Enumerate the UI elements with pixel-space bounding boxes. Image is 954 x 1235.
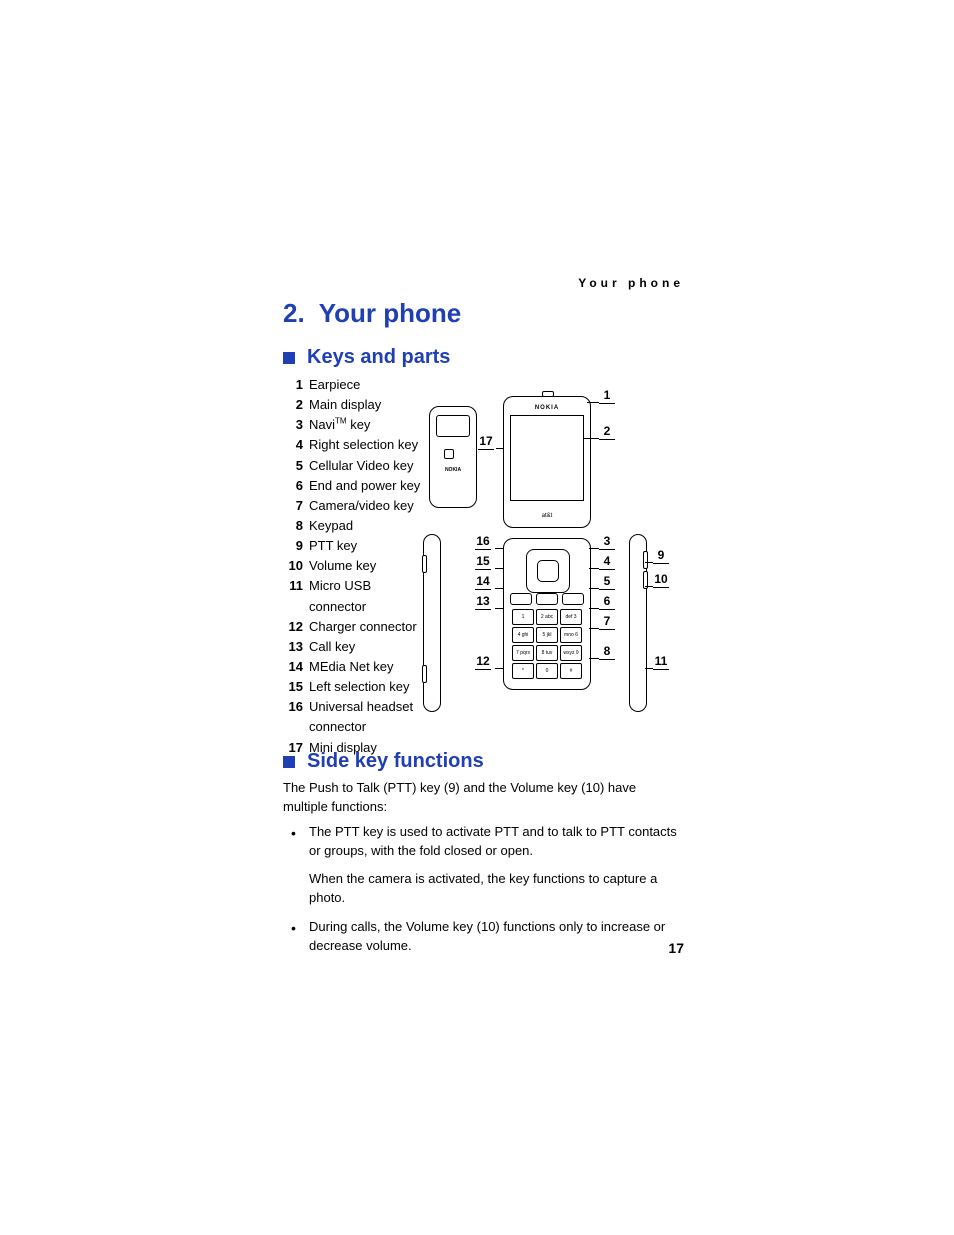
callout-10: 10 — [653, 572, 669, 588]
parts-list-label: Main display — [309, 395, 381, 415]
parts-list-number: 7 — [283, 496, 303, 516]
keypad-key: * — [512, 663, 534, 679]
parts-list-number: 13 — [283, 637, 303, 657]
callout-14: 14 — [475, 574, 491, 590]
section-heading-side: Side key functions — [283, 750, 681, 773]
parts-list-number: 15 — [283, 677, 303, 697]
phone-side-left — [423, 534, 441, 712]
callout-16: 16 — [475, 534, 491, 550]
parts-list-label: Right selection key — [309, 435, 418, 455]
phone-diagram: NOKIA NOKIA at&t 12 abcdef 34 ghi5 jklmn… — [423, 376, 671, 716]
callout-12: 12 — [475, 654, 491, 670]
keypad-key: 8 tuv — [536, 645, 558, 661]
bullet-item: The PTT key is used to activate PTT and … — [283, 823, 681, 908]
parts-list-label: Call key — [309, 637, 355, 657]
parts-list-label: Charger connector — [309, 617, 417, 637]
parts-list-number: 11 — [283, 576, 303, 616]
callout-6: 6 — [599, 594, 615, 610]
left-softkey-shape — [510, 593, 532, 605]
callout-7: 7 — [599, 614, 615, 630]
keypad-key: 4 ghi — [512, 627, 534, 643]
parts-list-number: 3 — [283, 415, 303, 435]
side-bullets-list: The PTT key is used to activate PTT and … — [283, 823, 681, 956]
parts-list-number: 4 — [283, 435, 303, 455]
running-head: Your phone — [578, 276, 684, 290]
keypad-key: 7 pqrs — [512, 645, 534, 661]
page-number: 17 — [668, 940, 684, 956]
camera-lens-shape — [444, 449, 454, 459]
parts-list-label: Left selection key — [309, 677, 409, 697]
keypad-key: # — [560, 663, 582, 679]
callout-2: 2 — [599, 424, 615, 440]
parts-list-number: 6 — [283, 476, 303, 496]
center-softkey-shape — [536, 593, 558, 605]
parts-list-number: 8 — [283, 516, 303, 536]
callout-5: 5 — [599, 574, 615, 590]
bullet-text: The PTT key is used to activate PTT and … — [309, 823, 681, 861]
keypad-key: mno 6 — [560, 627, 582, 643]
parts-list-number: 9 — [283, 536, 303, 556]
chapter-number: 2. — [283, 298, 305, 329]
phone-top-view: NOKIA at&t — [503, 396, 591, 528]
mini-display-shape — [436, 415, 470, 437]
parts-list-label: NaviTM key — [309, 415, 370, 435]
main-screen-shape — [510, 415, 584, 501]
callout-13: 13 — [475, 594, 491, 610]
callout-9: 9 — [653, 548, 669, 564]
right-softkey-shape — [562, 593, 584, 605]
callout-11: 11 — [653, 654, 669, 670]
parts-list-number: 1 — [283, 375, 303, 395]
keypad-key: wxyz 9 — [560, 645, 582, 661]
section-side-key-functions: Side key functions The Push to Talk (PTT… — [283, 750, 681, 966]
callout-1: 1 — [599, 388, 615, 404]
keypad-grid: 12 abcdef 3 4 ghi5 jklmno 6 7 pqrs8 tuvwxy… — [512, 609, 582, 679]
parts-list-number: 12 — [283, 617, 303, 637]
parts-list-label: MEdia Net key — [309, 657, 394, 677]
callout-17: 17 — [478, 434, 494, 450]
callout-8: 8 — [599, 644, 615, 660]
section-heading-text: Keys and parts — [307, 346, 450, 369]
parts-list-label: Micro USB connector — [309, 576, 427, 616]
parts-list-label: Volume key — [309, 556, 376, 576]
keypad-key: 0 — [536, 663, 558, 679]
outer-brand-text: NOKIA — [430, 467, 476, 473]
bullet-subtext: When the camera is activated, the key fu… — [309, 870, 681, 908]
page: Your phone 2. Your phone Keys and parts … — [0, 0, 954, 1235]
parts-list-label: Camera/video key — [309, 496, 414, 516]
parts-list-number: 10 — [283, 556, 303, 576]
carrier-text: at&t — [504, 513, 590, 519]
brand-text: NOKIA — [504, 405, 590, 411]
parts-list-label: Earpiece — [309, 375, 360, 395]
keypad-key: def 3 — [560, 609, 582, 625]
chapter-title: 2. Your phone — [283, 298, 461, 329]
parts-list-number: 16 — [283, 697, 303, 737]
section-heading-keys: Keys and parts — [283, 346, 450, 369]
parts-list-label: Universal headset connector — [309, 697, 427, 737]
section-heading-text: Side key functions — [307, 750, 484, 773]
phone-side-right — [629, 534, 647, 712]
bullet-text: During calls, the Volume key (10) functi… — [309, 918, 681, 956]
parts-list-label: Keypad — [309, 516, 353, 536]
callout-3: 3 — [599, 534, 615, 550]
parts-list-label: PTT key — [309, 536, 357, 556]
square-bullet-icon — [283, 352, 295, 364]
keypad-key: 1 — [512, 609, 534, 625]
navi-key-shape — [526, 549, 570, 593]
chapter-name: Your phone — [319, 298, 462, 329]
parts-list-label: Cellular Video key — [309, 456, 414, 476]
parts-list-number: 14 — [283, 657, 303, 677]
softkey-row — [510, 593, 584, 605]
bullet-item: During calls, the Volume key (10) functi… — [283, 918, 681, 956]
side-intro-text: The Push to Talk (PTT) key (9) and the V… — [283, 779, 681, 817]
phone-outer-view: NOKIA — [429, 406, 477, 508]
parts-list-label: End and power key — [309, 476, 420, 496]
callout-4: 4 — [599, 554, 615, 570]
parts-list-number: 2 — [283, 395, 303, 415]
callout-15: 15 — [475, 554, 491, 570]
keypad-key: 2 abc — [536, 609, 558, 625]
parts-list-number: 5 — [283, 456, 303, 476]
phone-bottom-view: 12 abcdef 3 4 ghi5 jklmno 6 7 pqrs8 tuvwxy… — [503, 538, 591, 690]
square-bullet-icon — [283, 756, 295, 768]
keypad-key: 5 jkl — [536, 627, 558, 643]
